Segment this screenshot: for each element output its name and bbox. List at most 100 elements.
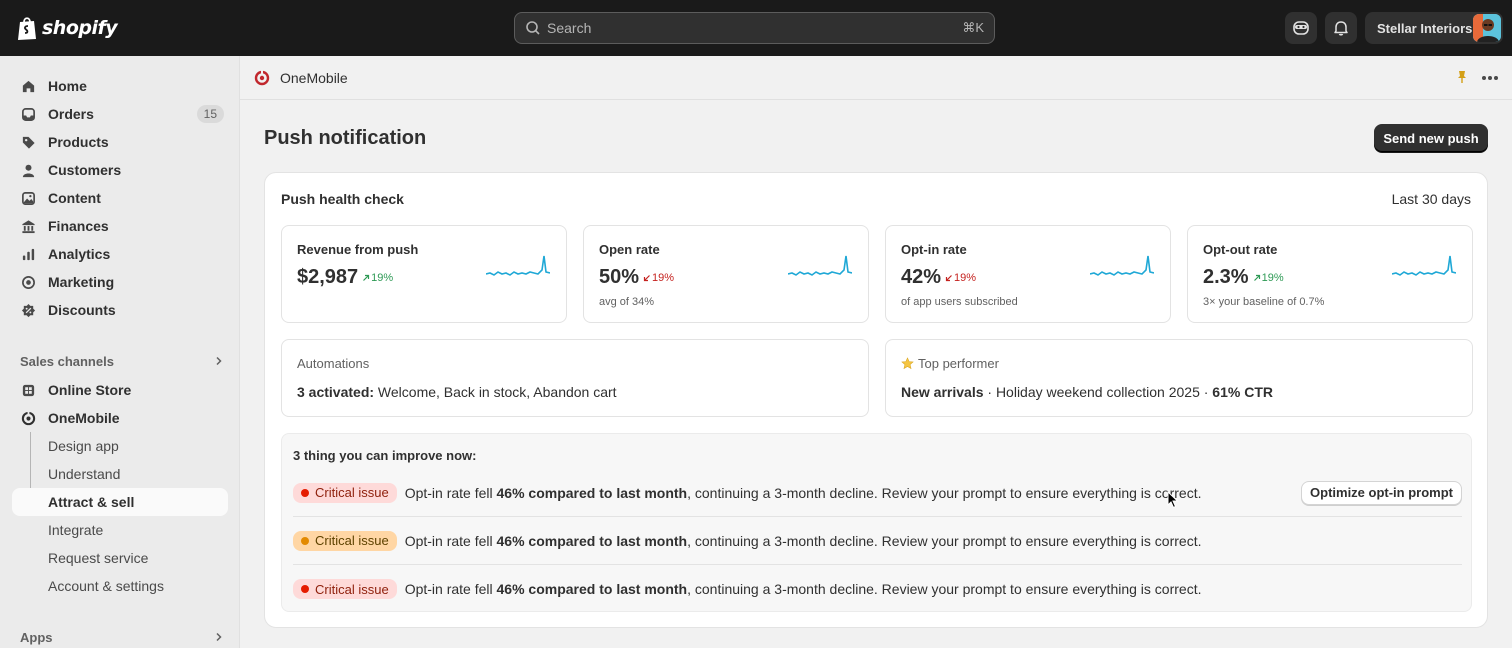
metric-delta: 19% [945,272,976,284]
home-icon [20,78,36,94]
automations-box[interactable]: Automations 3 activated: Welcome, Back i… [281,339,869,417]
sidebar: Home Orders 15 Products Customers Conten… [0,56,240,648]
search-shortcut: ⌘K [962,20,984,35]
metric-label: Opt-in rate [901,242,967,257]
sidebar-item-finances[interactable]: Finances [12,212,228,240]
store-menu-button[interactable]: Stellar Interiors [1365,12,1503,44]
sidebar-sub-request-service[interactable]: Request service [12,544,228,572]
image-icon [20,190,36,206]
issue-text-post: , continuing a 3-month decline. Review y… [687,532,1202,549]
sidebar-item-label: Online Store [48,382,132,398]
sidebar-item-orders[interactable]: Orders 15 [12,100,228,128]
metric-subtext: of app users subscribed [901,296,1018,308]
issue-text-post: , continuing a 3-month decline. Review y… [687,581,1202,597]
arrow-down-left-icon [945,274,952,281]
sales-channels-header[interactable]: Sales channels [20,351,224,371]
top-performer-box[interactable]: Top performer New arrivals · Holiday wee… [885,339,1473,417]
sparkline-chart [788,255,852,276]
issue-text-strong: 46% compared to last month [496,484,688,501]
metric-value: $2,987 [297,266,359,288]
metric-opt-in-rate[interactable]: Opt-in rate 42% 19% of app users subscri… [885,225,1171,323]
metric-delta-value: 19% [652,271,675,284]
sidebar-item-content[interactable]: Content [12,184,228,212]
metric-open-rate[interactable]: Open rate 50% 19% avg of 34% [583,225,869,323]
top-performer-name: New arrivals [901,384,984,400]
sidebar-item-label: Products [48,134,109,150]
search-placeholder: Search [547,20,592,36]
sidebar-sub-label: Attract & sell [48,494,135,510]
optimize-opt-in-prompt-button[interactable]: Optimize opt-in prompt [1301,480,1462,505]
sidebar-sub-understand[interactable]: Understand [12,460,228,488]
improvements-panel: 3 thing you can improve now: Critical is… [281,433,1472,612]
sidebar-item-customers[interactable]: Customers [12,156,228,184]
sidebar-item-label: Content [48,190,101,206]
pin-icon[interactable] [1456,70,1468,84]
push-health-card: Push health check Last 30 days Revenue f… [264,172,1488,628]
onemobile-logo-icon [254,70,270,86]
issue-text-strong: 46% compared to last month [496,532,688,549]
sparkline-chart [1090,255,1154,276]
apps-header[interactable]: Apps [20,627,224,647]
sidebar-item-label: Discounts [48,302,116,318]
orders-icon [20,106,36,122]
app-name: OneMobile [280,70,348,86]
sidebar-sub-label: Request service [48,550,149,566]
status-dot-icon [301,536,309,545]
sidebar-sub-integrate[interactable]: Integrate [12,516,228,544]
top-performer-detail: · Holiday weekend collection 2025 · [983,384,1213,400]
sidebar-item-discounts[interactable]: Discounts [12,296,228,324]
top-performer-text: New arrivals · Holiday weekend collectio… [901,384,1273,400]
sidebar-item-analytics[interactable]: Analytics [12,240,228,268]
sidebar-item-marketing[interactable]: Marketing [12,268,228,296]
sidebar-sub-label: Integrate [48,522,104,538]
section-label: Sales channels [20,353,114,369]
sidebar-item-onemobile[interactable]: OneMobile [12,404,228,432]
sidebar-item-label: Marketing [48,274,115,290]
metric-delta: 19% [362,272,393,284]
sidekick-icon [1293,21,1309,35]
metric-subtext: 3× your baseline of 0.7% [1203,296,1325,308]
metric-delta-value: 19% [371,271,394,284]
badge-label: Critical issue [315,485,389,500]
bell-icon [1334,21,1348,36]
sidekick-button[interactable] [1285,12,1317,44]
sidebar-item-products[interactable]: Products [12,128,228,156]
issue-text-pre: Opt-in rate fell [404,581,497,597]
metric-value-row: 2.3% 19% [1203,266,1284,289]
metric-opt-out-rate[interactable]: Opt-out rate 2.3% 19% 3× your baseline o… [1187,225,1473,323]
chevron-right-icon [216,632,222,642]
improvements-title: 3 thing you can improve now: [293,448,477,463]
chevron-right-icon [216,356,222,366]
sidebar-item-online-store[interactable]: Online Store [12,376,228,404]
star-icon [901,357,914,370]
send-new-push-button[interactable]: Send new push [1374,124,1488,152]
issue-text: Opt-in rate fell 46% compared to last mo… [405,485,1202,501]
automations-count: 3 activated: [297,384,375,400]
search-input[interactable]: Search ⌘K [514,12,995,44]
sidebar-sub-design-app[interactable]: Design app [12,432,228,460]
metric-revenue-from-push[interactable]: Revenue from push $2,987 19% [281,225,567,323]
notifications-button[interactable] [1325,12,1357,44]
issue-text-strong: 46% compared to last month [496,581,688,597]
issue-row: Critical issue Opt-in rate fell 46% comp… [293,469,1462,517]
shopify-logo[interactable]: shopify [16,15,118,41]
bar-chart-icon [20,246,36,262]
issue-row: Critical issue Opt-in rate fell 46% comp… [293,565,1462,613]
page-title: Push notification [264,127,427,149]
metric-value: 2.3% [1203,266,1249,288]
sidebar-item-label: Home [48,78,87,94]
automations-label: Automations [297,356,370,371]
top-bar: shopify Search ⌘K Stellar Interiors [0,0,1512,56]
critical-issue-badge: Critical issue [293,530,397,551]
app-header: OneMobile [240,56,1512,100]
sidebar-sub-account-settings[interactable]: Account & settings [12,572,228,600]
more-options-icon[interactable] [1480,70,1500,86]
critical-issue-badge: Critical issue [293,482,397,503]
sidebar-sub-attract-sell[interactable]: Attract & sell [12,488,228,516]
sidebar-item-home[interactable]: Home [12,72,228,100]
issue-text-pre: Opt-in rate fell [404,484,497,501]
date-range-label: Last 30 days [1391,191,1471,207]
search-icon [526,21,540,35]
sparkline-chart [1392,255,1456,276]
automations-text: 3 activated: Welcome, Back in stock, Aba… [297,384,617,400]
